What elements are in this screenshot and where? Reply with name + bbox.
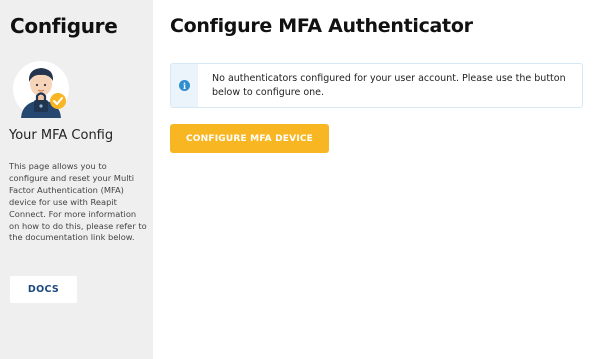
info-alert: i No authenticators configured for your … bbox=[170, 63, 583, 108]
sidebar: Configure Your MFA Config This page allo… bbox=[0, 0, 153, 359]
info-icon: i bbox=[179, 80, 190, 91]
sidebar-title: Configure bbox=[10, 14, 118, 38]
info-icon-column: i bbox=[171, 64, 198, 107]
configure-mfa-device-button[interactable]: CONFIGURE MFA DEVICE bbox=[170, 124, 329, 153]
info-message: No authenticators configured for your us… bbox=[212, 73, 566, 98]
user-lock-avatar-icon bbox=[12, 60, 70, 118]
docs-button[interactable]: DOCS bbox=[10, 276, 77, 303]
page-title: Configure MFA Authenticator bbox=[170, 15, 473, 37]
sidebar-description: This page allows you to configure and re… bbox=[9, 161, 147, 243]
sidebar-subtitle: Your MFA Config bbox=[9, 128, 114, 143]
